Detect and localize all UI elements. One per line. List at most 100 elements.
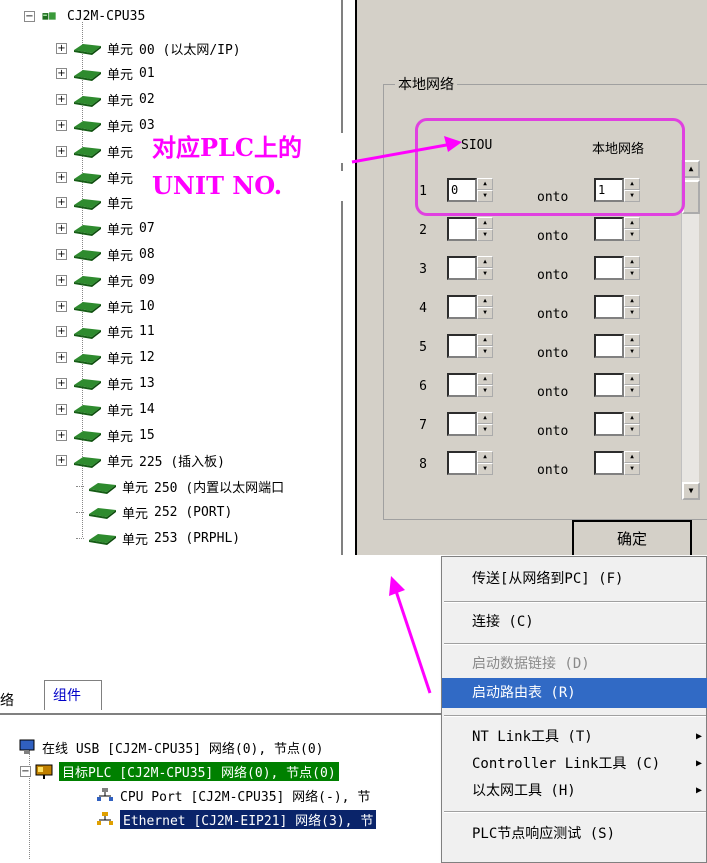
tree-unit-row[interactable]: + 单元 225 (插入板) xyxy=(56,451,225,471)
siou-spinner-value[interactable] xyxy=(447,373,477,397)
tree-unit-row[interactable]: + 单元 11 xyxy=(56,322,155,342)
tree-unit-row[interactable]: + 单元 13 xyxy=(56,373,155,393)
tree-unit-row[interactable]: + 单元 15 xyxy=(56,425,155,445)
tree-unit-row[interactable]: + 单元 08 xyxy=(56,244,155,264)
spin-down-icon[interactable]: ▼ xyxy=(477,385,493,397)
plus-box-icon[interactable]: + xyxy=(56,352,67,364)
tree-unit-row[interactable]: + 单元 07 xyxy=(56,219,155,239)
plus-box-icon[interactable]: + xyxy=(56,42,67,54)
tree-unit-row[interactable]: + 单元 14 xyxy=(56,399,155,419)
tab-components[interactable]: 组件 xyxy=(44,680,102,710)
spin-up-icon[interactable]: ▲ xyxy=(477,295,493,307)
local-network-spinner-value[interactable] xyxy=(594,334,624,358)
spin-down-icon[interactable]: ▼ xyxy=(477,307,493,319)
plus-box-icon[interactable]: + xyxy=(56,119,67,131)
tree-unit-row[interactable]: + 单元 10 xyxy=(56,296,155,316)
spin-up-icon[interactable]: ▲ xyxy=(624,334,640,346)
local-network-spinner[interactable]: ▲ ▼ xyxy=(594,295,640,319)
local-network-spinner[interactable]: ▲ ▼ xyxy=(594,373,640,397)
local-network-spinner[interactable]: ▲ ▼ xyxy=(594,217,640,241)
spin-down-icon[interactable]: ▼ xyxy=(624,268,640,280)
spin-up-icon[interactable]: ▲ xyxy=(624,451,640,463)
tree-unit-row[interactable]: + 单元 12 xyxy=(56,348,155,368)
spin-down-icon[interactable]: ▼ xyxy=(624,229,640,241)
local-network-spinner-value[interactable] xyxy=(594,451,624,475)
plus-box-icon[interactable]: + xyxy=(56,223,67,235)
local-network-spinner[interactable]: ▲ ▼ xyxy=(594,451,640,475)
tree-unit-row[interactable]: 单元 250 (内置以太网端口 xyxy=(76,477,284,497)
tree-unit-row[interactable]: 单元 253 (PRPHL) xyxy=(76,528,240,548)
siou-spinner-value[interactable] xyxy=(447,451,477,475)
local-network-spinner[interactable]: ▲ ▼ xyxy=(594,256,640,280)
split-bar[interactable] xyxy=(341,0,343,555)
spin-up-icon[interactable]: ▲ xyxy=(624,295,640,307)
tree-unit-row[interactable]: + 单元 xyxy=(56,167,139,187)
siou-spinner-value[interactable] xyxy=(447,295,477,319)
local-network-spinner[interactable]: ▲ ▼ xyxy=(594,334,640,358)
spin-up-icon[interactable]: ▲ xyxy=(624,412,640,424)
local-network-spinner-value[interactable] xyxy=(594,256,624,280)
menu-controller-link-tools[interactable]: Controller Link工具 (C) ▶ xyxy=(442,749,707,779)
menu-ethernet-tools[interactable]: 以太网工具 (H) ▶ xyxy=(442,776,707,806)
siou-spinner[interactable]: ▲ ▼ xyxy=(447,412,493,436)
siou-spinner-value[interactable] xyxy=(447,334,477,358)
plus-box-icon[interactable]: + xyxy=(56,274,67,286)
menu-nt-link-tools[interactable]: NT Link工具 (T) ▶ xyxy=(442,722,707,752)
local-network-spinner-value[interactable] xyxy=(594,373,624,397)
tab-network-fragment[interactable]: 络 xyxy=(0,690,14,710)
spin-up-icon[interactable]: ▲ xyxy=(477,451,493,463)
spin-up-icon[interactable]: ▲ xyxy=(624,256,640,268)
menu-connect[interactable]: 连接 (C) xyxy=(442,607,707,637)
spin-up-icon[interactable]: ▲ xyxy=(477,373,493,385)
menu-start-routing-table[interactable]: 启动路由表 (R) xyxy=(442,678,707,708)
spin-down-icon[interactable]: ▼ xyxy=(477,463,493,475)
spin-up-icon[interactable]: ▲ xyxy=(477,256,493,268)
plus-box-icon[interactable]: + xyxy=(56,429,67,441)
tree-root[interactable]: − CJ2M-CPU35 xyxy=(24,6,145,26)
plus-box-icon[interactable]: + xyxy=(56,248,67,260)
siou-spinner[interactable]: ▲ ▼ xyxy=(447,217,493,241)
spin-down-icon[interactable]: ▼ xyxy=(624,346,640,358)
plus-box-icon[interactable]: + xyxy=(56,171,67,183)
plus-box-icon[interactable]: + xyxy=(56,403,67,415)
ethernet-row[interactable]: Ethernet [CJ2M-EIP21] 网络(3), 节 xyxy=(96,808,377,830)
ok-button[interactable]: 确定 xyxy=(572,520,692,555)
tree-unit-row[interactable]: + 单元 01 xyxy=(56,64,155,84)
scroll-down-button[interactable]: ▼ xyxy=(682,482,700,500)
plus-box-icon[interactable]: + xyxy=(56,197,67,209)
plus-box-icon[interactable]: + xyxy=(56,455,67,467)
siou-spinner[interactable]: ▲ ▼ xyxy=(447,256,493,280)
spin-down-icon[interactable]: ▼ xyxy=(624,463,640,475)
siou-spinner-value[interactable] xyxy=(447,217,477,241)
siou-spinner[interactable]: ▲ ▼ xyxy=(447,373,493,397)
tree-unit-row[interactable]: + 单元 02 xyxy=(56,90,155,110)
tree-unit-row[interactable]: + 单元 00 (以太网/IP) xyxy=(56,38,241,58)
spin-up-icon[interactable]: ▲ xyxy=(624,217,640,229)
plus-box-icon[interactable]: + xyxy=(56,300,67,312)
target-plc-row[interactable]: − 目标PLC [CJ2M-CPU35] 网络(0), 节点(0) xyxy=(20,760,339,782)
spin-up-icon[interactable]: ▲ xyxy=(477,217,493,229)
tree-unit-row[interactable]: + 单元 xyxy=(56,193,139,213)
plus-box-icon[interactable]: + xyxy=(56,94,67,106)
tree-unit-row[interactable]: + 单元 xyxy=(56,141,139,161)
spin-down-icon[interactable]: ▼ xyxy=(477,424,493,436)
spin-down-icon[interactable]: ▼ xyxy=(477,229,493,241)
spin-up-icon[interactable]: ▲ xyxy=(477,412,493,424)
tree-unit-row[interactable]: 单元 252 (PORT) xyxy=(76,502,232,522)
plus-box-icon[interactable]: + xyxy=(56,145,67,157)
local-network-spinner-value[interactable] xyxy=(594,295,624,319)
menu-plc-node-response-test[interactable]: PLC节点响应测试 (S) xyxy=(442,819,707,849)
rows-scrollbar[interactable]: ▲ ▼ xyxy=(681,160,700,500)
cpu-port-row[interactable]: CPU Port [CJ2M-CPU35] 网络(-), 节 xyxy=(96,784,370,806)
spin-up-icon[interactable]: ▲ xyxy=(477,334,493,346)
online-usb-row[interactable]: 在线 USB [CJ2M-CPU35] 网络(0), 节点(0) xyxy=(18,736,324,758)
local-network-spinner-value[interactable] xyxy=(594,412,624,436)
spin-down-icon[interactable]: ▼ xyxy=(477,346,493,358)
siou-spinner-value[interactable] xyxy=(447,412,477,436)
siou-spinner[interactable]: ▲ ▼ xyxy=(447,451,493,475)
tree-unit-row[interactable]: + 单元 09 xyxy=(56,270,155,290)
siou-spinner[interactable]: ▲ ▼ xyxy=(447,295,493,319)
plus-box-icon[interactable]: + xyxy=(56,68,67,80)
spin-down-icon[interactable]: ▼ xyxy=(624,307,640,319)
minus-box-icon[interactable]: − xyxy=(20,765,31,777)
